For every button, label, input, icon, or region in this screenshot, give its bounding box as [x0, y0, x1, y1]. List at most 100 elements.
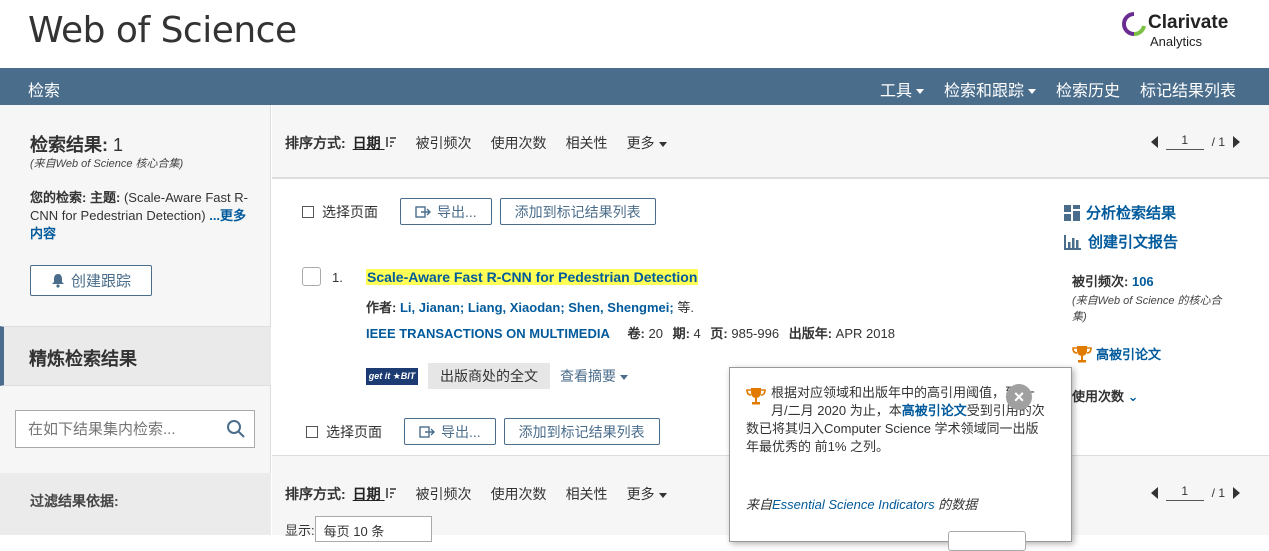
volume-label: 卷:: [627, 326, 645, 341]
caret-down-icon: [915, 89, 924, 95]
create-alert-button[interactable]: 创建跟踪: [30, 265, 152, 296]
view-abstract-label: 查看摘要: [560, 368, 616, 384]
authors-links[interactable]: Li, Jianan; Liang, Xiaodan; Shen, Shengm…: [400, 300, 674, 315]
nav-search-link[interactable]: 检索: [28, 77, 60, 101]
page-total-bottom: / 1: [1211, 485, 1225, 500]
select-page-checkbox-bottom[interactable]: [306, 425, 318, 438]
sort-bar-top: 排序方式: 日期 被引频次 使用次数 相关性 更多 1 / 1: [272, 105, 1269, 179]
search-icon[interactable]: [226, 419, 246, 439]
clarivate-mark-icon: [1122, 12, 1146, 36]
record-title-link[interactable]: Scale-Aware Fast R-CNN for Pedestrian De…: [366, 269, 699, 285]
left-sidebar: 检索结果: 1 (来自Web of Science 核心合集) 您的检索: 主题…: [0, 105, 271, 535]
times-cited-label: 被引频次:: [1072, 274, 1129, 289]
popup-ok-button[interactable]: [948, 531, 1026, 551]
volume-value: 20: [648, 326, 663, 341]
add-to-marked-button-bottom[interactable]: 添加到标记结果列表: [503, 418, 660, 445]
trophy-icon: [746, 388, 766, 405]
prev-page-icon[interactable]: [1150, 135, 1158, 148]
sort-relevance-bottom[interactable]: 相关性: [566, 484, 608, 504]
sort-usage-bottom[interactable]: 使用次数: [491, 484, 547, 504]
sort-times-cited[interactable]: 被引频次: [416, 133, 472, 153]
highly-cited-popup: 根据对应领域和出版年中的高引用阈值，到 一月/二月 2020 为止，本高被引论文…: [729, 367, 1072, 551]
sort-more[interactable]: 更多: [627, 133, 667, 153]
refine-search-input[interactable]: [16, 411, 216, 447]
filter-by-label: 过滤结果依据:: [30, 493, 119, 509]
sort-label-bottom: 排序方式:: [285, 486, 346, 502]
nav-item-search-history[interactable]: 检索历史: [1056, 77, 1120, 101]
sort-date[interactable]: 日期: [353, 133, 397, 153]
export-label-bottom: 导出...: [441, 423, 481, 440]
nav-item-marked-list[interactable]: 标记结果列表: [1140, 77, 1236, 101]
your-search-label: 您的检索:: [30, 190, 87, 205]
clarivate-logo[interactable]: Clarivate Analytics: [1122, 12, 1242, 52]
prev-page-icon[interactable]: [1150, 486, 1158, 499]
citation-report-link[interactable]: 创建引文报告: [1064, 231, 1244, 252]
bell-icon: [51, 274, 64, 288]
refine-search-box: [15, 410, 255, 448]
vendor-name: Clarivate: [1148, 12, 1229, 33]
esi-link[interactable]: Essential Science Indicators: [772, 497, 935, 512]
analysis-panel: 分析检索结果 创建引文报告: [1064, 202, 1244, 260]
sort-descending-icon: [385, 137, 396, 147]
record-source: IEEE TRANSACTIONS ON MULTIMEDIA 卷: 20 期:…: [366, 323, 895, 342]
select-page-label-bottom: 选择页面: [326, 423, 382, 440]
analyze-results-label: 分析检索结果: [1086, 205, 1177, 222]
show-label: 显示:: [285, 522, 315, 538]
popup-source-suffix: 的数据: [934, 497, 978, 512]
page-input[interactable]: 1: [1165, 133, 1204, 150]
header: Web of Science Clarivate Analytics: [0, 0, 1269, 68]
analyze-results-link[interactable]: 分析检索结果: [1064, 202, 1244, 223]
nav-right-menu: 工具 检索和跟踪 检索历史 标记结果列表: [880, 77, 1236, 101]
popup-highlight-link[interactable]: 高被引论文: [902, 403, 967, 418]
sort-times-cited-bottom[interactable]: 被引频次: [416, 484, 472, 504]
issue-label: 期:: [672, 326, 690, 341]
next-page-icon[interactable]: [1233, 135, 1240, 148]
sort-date-label-bottom: 日期: [352, 486, 381, 502]
journal-link[interactable]: IEEE TRANSACTIONS ON MULTIMEDIA: [366, 326, 610, 341]
page-input-bottom[interactable]: 1: [1165, 484, 1204, 501]
export-button[interactable]: 导出...: [400, 198, 492, 225]
highly-cited-badge[interactable]: 高被引论文: [1072, 344, 1161, 363]
add-to-marked-button[interactable]: 添加到标记结果列表: [499, 198, 656, 225]
publisher-fulltext-button[interactable]: 出版商处的全文: [428, 363, 550, 389]
brand-logo[interactable]: Web of Science: [28, 10, 297, 51]
year-value: APR 2018: [835, 326, 895, 341]
close-icon[interactable]: ×: [1006, 384, 1032, 410]
results-source-note: (来自Web of Science 核心合集): [30, 158, 184, 170]
select-page-checkbox[interactable]: [302, 205, 314, 218]
pages-label: 页:: [710, 326, 728, 341]
per-page-select[interactable]: 每页 10 条: [314, 516, 432, 542]
sort-options: 排序方式: 日期 被引频次 使用次数 相关性 更多: [285, 133, 667, 153]
nav-item-tools[interactable]: 工具: [880, 77, 924, 101]
caret-down-icon: [1027, 89, 1036, 95]
topic-label: 主题:: [89, 190, 121, 205]
sort-more-bottom[interactable]: 更多: [627, 484, 667, 504]
results-count: 检索结果: 1: [30, 131, 123, 157]
next-page-icon[interactable]: [1233, 486, 1240, 499]
sort-date-bottom[interactable]: 日期: [353, 484, 397, 504]
view-abstract-link[interactable]: 查看摘要: [560, 366, 628, 386]
filter-by-section: 过滤结果依据:: [0, 473, 271, 535]
usage-count-toggle[interactable]: 使用次数 ⌄: [1072, 386, 1139, 405]
vendor-sub: Analytics: [1150, 34, 1203, 49]
pages-value: 985-996: [731, 326, 780, 341]
citation-report-label: 创建引文报告: [1088, 234, 1179, 251]
results-number: 1: [113, 135, 124, 155]
actions-top: 选择页面 导出... 添加到标记结果列表: [302, 198, 656, 225]
pager-top: 1 / 1: [1150, 133, 1240, 150]
record-checkbox[interactable]: [302, 267, 321, 286]
sort-relevance[interactable]: 相关性: [566, 133, 608, 153]
sort-usage[interactable]: 使用次数: [491, 133, 547, 153]
times-cited-value[interactable]: 106: [1132, 274, 1154, 289]
refine-results-header[interactable]: 精炼检索结果: [0, 326, 271, 386]
analyze-grid-icon: [1064, 204, 1080, 221]
pager-bottom: 1 / 1: [1150, 484, 1240, 501]
popup-source-prefix: 来自: [746, 497, 773, 512]
nav-item-search-alerts[interactable]: 检索和跟踪: [944, 77, 1036, 101]
export-button-bottom[interactable]: 导出...: [404, 418, 496, 445]
getit-bit-button[interactable]: get it ★BIT: [366, 367, 418, 385]
results-label: 检索结果:: [30, 135, 108, 155]
highly-cited-label: 高被引论文: [1096, 347, 1162, 362]
times-cited-source: (来自Web of Science 的核心合集): [1072, 295, 1222, 323]
year-label: 出版年:: [788, 326, 833, 341]
